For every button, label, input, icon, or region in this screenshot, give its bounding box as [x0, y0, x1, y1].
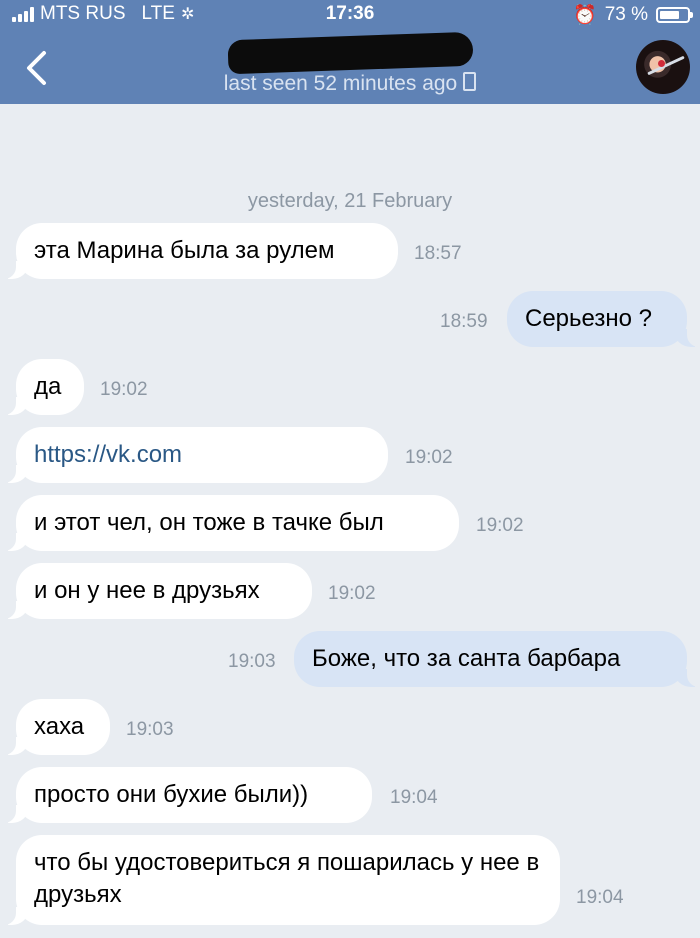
message-bubble-incoming[interactable]: что бы удостовериться я пошарилась у нее… [4, 835, 560, 925]
date-separator: yesterday, 21 February [247, 190, 453, 212]
last-seen-text: last seen 52 minutes ago [223, 72, 458, 95]
status-right: ⏰ 73 % [573, 3, 693, 27]
message-text: и этот чел, он тоже в тачке был [34, 509, 384, 536]
message-text: Боже, что за санта барбара [312, 645, 621, 672]
message-time: 19:03 [228, 651, 276, 672]
avatar[interactable] [636, 40, 690, 94]
message-bubble-outgoing[interactable]: Боже, что за санта барбара [294, 631, 699, 687]
message-text: и он у нее в друзьях [34, 577, 260, 604]
message-bubble-incoming[interactable]: просто они бухие были)) [4, 767, 372, 823]
message-time: 19:02 [476, 515, 524, 536]
message-text: что бы удостовериться я пошарилась у нее… [34, 849, 540, 908]
avatar-detail [647, 55, 685, 76]
message-text: просто они бухие были)) [34, 781, 309, 808]
message-bubble-incoming[interactable]: да [4, 359, 84, 415]
message-bubble-outgoing[interactable]: Серьезно ? [507, 291, 699, 347]
message-text: Серьезно ? [525, 305, 652, 332]
message-bubble-incoming[interactable]: и этот чел, он тоже в тачке был [4, 495, 459, 551]
message-bubble-incoming[interactable]: хаха [4, 699, 110, 755]
message-time: 18:57 [414, 243, 462, 264]
alarm-icon: ⏰ [573, 5, 597, 26]
contact-name-redacted[interactable] [227, 31, 474, 75]
message-bubble-incoming[interactable]: и он у нее в друзьях [4, 563, 312, 619]
last-seen-status: last seen 52 minutes ago [0, 72, 700, 96]
message-text: да [34, 373, 62, 400]
battery-percent: 73 % [604, 4, 648, 25]
message-time: 19:02 [405, 447, 453, 468]
message-time: 19:04 [390, 787, 438, 808]
message-time: 18:59 [440, 311, 488, 332]
message-text: хаха [34, 713, 85, 740]
mobile-phone-icon [463, 72, 477, 91]
message-text: эта Марина была за рулем [34, 237, 335, 264]
status-bar: MTS RUS LTE ✲ 17:36 ⏰ 73 % [0, 0, 700, 30]
message-bubble-incoming[interactable]: эта Марина была за рулем [4, 223, 398, 279]
battery-icon [656, 7, 693, 23]
message-time: 19:02 [328, 583, 376, 604]
message-bubble-incoming[interactable]: https://vk.com [4, 427, 388, 483]
message-time: 19:03 [126, 719, 174, 740]
avatar-detail [658, 60, 665, 67]
chat-header: MTS RUS LTE ✲ 17:36 ⏰ 73 % last seen 52 … [0, 0, 700, 104]
message-time: 19:02 [100, 379, 148, 400]
message-link[interactable]: https://vk.com [34, 441, 182, 468]
message-time: 19:04 [576, 887, 624, 908]
